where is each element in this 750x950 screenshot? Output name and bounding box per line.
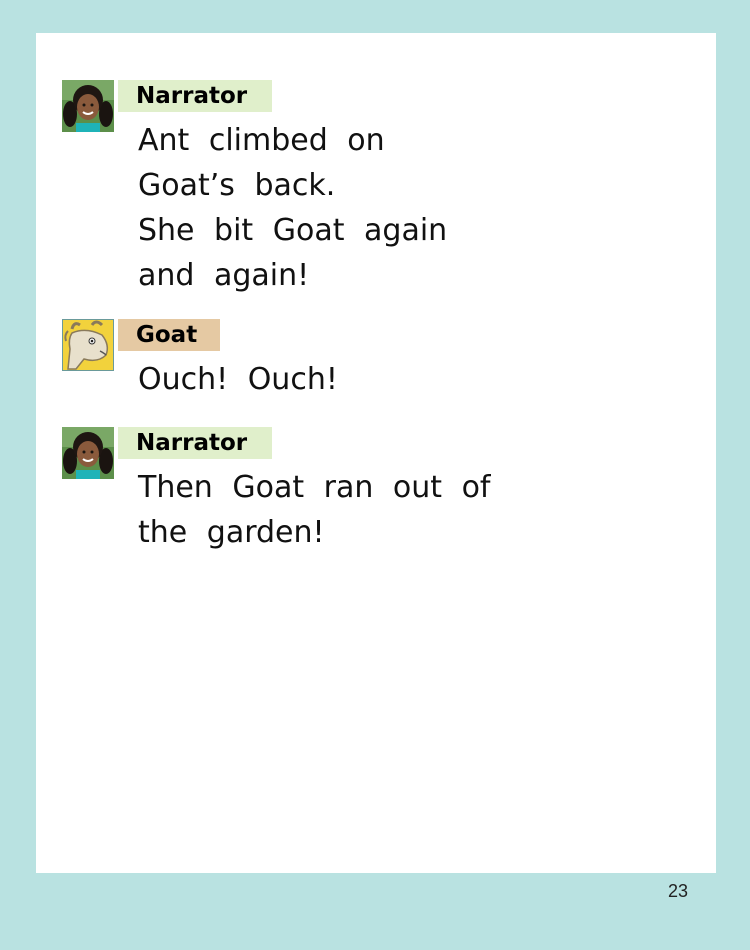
dialogue-text: Ant climbed on Goat’s back. She bit Goat…: [138, 118, 447, 298]
speaker-name-tag: Goat: [118, 319, 220, 351]
book-page: Narrator Ant climbed on Goat’s back. She…: [36, 33, 716, 873]
dialogue-text: Ouch! Ouch!: [138, 357, 338, 402]
dialogue-line: Goat’s back.: [138, 168, 336, 203]
dialogue-line: Ant climbed on: [138, 123, 385, 158]
goat-portrait-icon: [62, 319, 114, 371]
speaker-name-tag: Narrator: [118, 80, 272, 112]
speaker-name-tag: Narrator: [118, 427, 272, 459]
girl-portrait-icon: [62, 427, 114, 479]
dialogue-line: Then Goat ran out of: [138, 470, 491, 505]
dialogue-line: She bit Goat again: [138, 213, 448, 248]
dialogue-line: the garden!: [138, 515, 325, 550]
dialogue-line: and again!: [138, 258, 310, 293]
girl-portrait-icon: [62, 80, 114, 132]
dialogue-line: Ouch! Ouch!: [138, 362, 338, 397]
dialogue-text: Then Goat ran out of the garden!: [138, 465, 490, 555]
page-number: 23: [668, 881, 689, 901]
